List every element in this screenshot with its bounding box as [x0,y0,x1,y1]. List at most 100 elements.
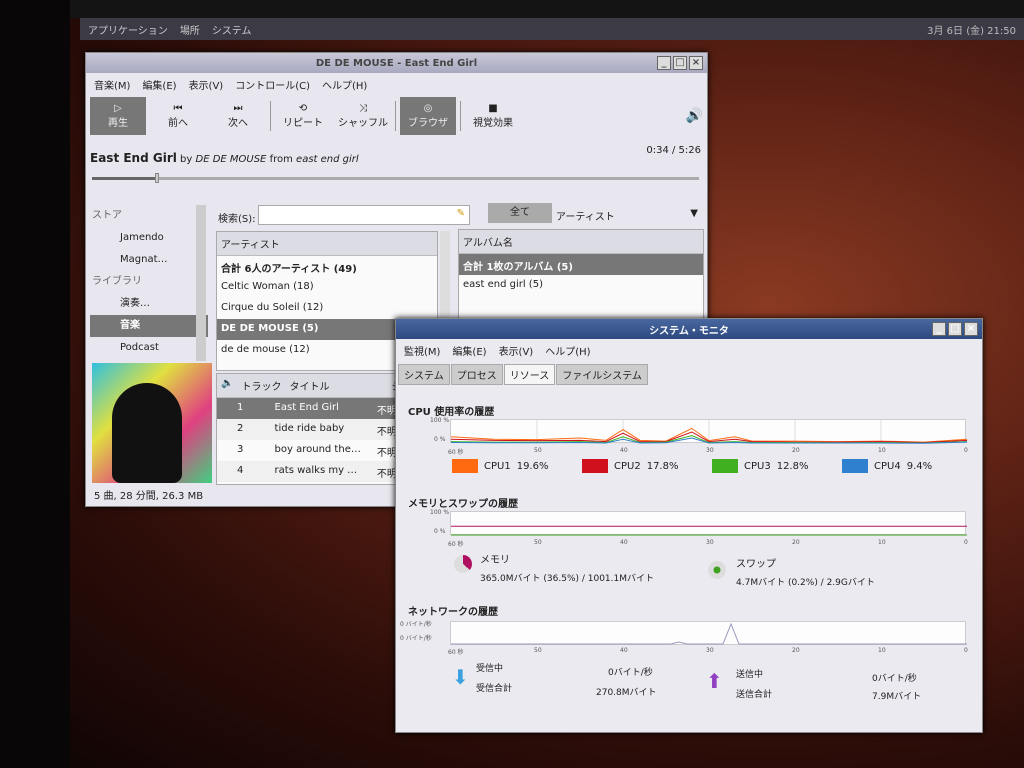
menu-view[interactable]: 表示(V) [189,77,224,92]
maximize-button[interactable]: □ [673,56,687,70]
track-title: rats walks my … [274,465,358,476]
album-row[interactable]: east end girl (5) [459,275,703,296]
track-row[interactable]: 2 tide ride baby 不明 [217,419,415,440]
x-tick-label: 40 [620,647,628,654]
tab-filesystems[interactable]: ファイルシステム [556,364,648,385]
menu-monitor[interactable]: 監視(M) [404,343,440,358]
col-track[interactable]: トラック [241,378,281,393]
x-tick-label: 50 [534,647,542,654]
song-album: east end girl [296,154,359,165]
clear-icon[interactable]: ✎ [457,208,465,219]
previous-button[interactable]: ⏮ 前へ [150,97,206,135]
sidebar-item[interactable]: 音楽 [90,315,208,337]
album-row[interactable]: 合計 1枚のアルバム (5) [459,254,703,275]
filter-select[interactable]: アーティスト ▼ [556,208,698,223]
cpu-value: 9.4% [906,460,933,472]
tab-processes[interactable]: プロセス [450,364,503,385]
browser-icon: ◎ [423,103,433,114]
track-list: 🔈トラックタイトルジャ 1East End Girl不明2tide ride b… [216,373,416,485]
sidebar-section-header[interactable]: ライブラリ [90,271,208,293]
artist-row[interactable]: Cirque du Soleil (12) [217,298,437,319]
album-column-header[interactable]: アルバム名 [459,230,703,254]
cpu-color-swatch[interactable] [842,459,868,473]
received-total-label: 受信合計 [476,684,513,694]
close-button[interactable]: × [964,322,978,336]
repeat-button[interactable]: ⟲ リピート [275,97,331,135]
minimize-button[interactable]: _ [932,322,946,336]
memory-history-title: メモリとスワップの履歴 [408,499,518,510]
maximize-button[interactable]: □ [948,322,962,336]
menu-edit[interactable]: 編集(E) [452,343,486,358]
menu-view[interactable]: 表示(V) [499,343,534,358]
track-number: 2 [237,423,244,434]
panel-menu-system[interactable]: システム [212,22,252,37]
sidebar-section-header[interactable]: ストア [90,205,208,227]
x-tick-label: 60 秒 [448,649,464,656]
player-titlebar[interactable]: DE DE MOUSE - East End Girl _ □ × [86,53,707,73]
artist-row[interactable]: Celtic Woman (18) [217,277,437,298]
close-button[interactable]: × [689,56,703,70]
track-row[interactable]: 4 rats walks my … 不明 [217,461,415,482]
artist-row[interactable]: 合計 6人のアーティスト (49) [217,256,437,277]
search-label: 検索(S): [218,214,256,225]
x-tick-label: 60 秒 [448,449,464,456]
y-label-0: 0 % [434,436,446,443]
cpu-color-swatch[interactable] [452,459,478,473]
track-row[interactable]: 3 boy around the… 不明 [217,440,415,461]
menu-help[interactable]: ヘルプ(H) [545,343,590,358]
swap-pie-icon [708,561,726,579]
clock[interactable]: 3月 6日 (金) 21:50 [927,22,1016,37]
minimize-button[interactable]: _ [657,56,671,70]
browser-label: ブラウザ [408,118,448,129]
song-title: East End Girl [90,151,177,165]
tab-resources[interactable]: リソース [503,364,556,385]
system-monitor-window: システム・モニタ _ □ × 監視(M) 編集(E) 表示(V) ヘルプ(H) シス… [395,318,983,733]
browser-button[interactable]: ◎ ブラウザ [400,97,456,135]
x-tick-label: 50 [534,539,542,546]
monitor-bezel [0,0,1024,18]
cpu-legend-3: CPU3 12.8% [712,459,808,473]
sidebar-item[interactable]: 演奏… [90,293,208,315]
shuffle-button[interactable]: ⤨ シャッフル [335,97,391,135]
artist-column-header[interactable]: アーティスト [217,232,437,256]
cpu-legend-1: CPU1 19.6% [452,459,548,473]
col-title[interactable]: タイトル [289,378,329,393]
visual-effects-button[interactable]: ■ 視覚効果 [465,97,521,135]
x-tick-label: 10 [878,447,886,454]
track-row[interactable]: 1 East End Girl 不明 [217,398,415,419]
track-title: East End Girl [274,402,339,413]
x-tick-label: 20 [792,647,800,654]
next-button[interactable]: ⏭ 次へ [210,97,266,135]
seek-fill [92,177,156,180]
cpu-color-swatch[interactable] [712,459,738,473]
play-button[interactable]: ▷ 再生 [90,97,146,135]
sidebar-scrollbar[interactable] [196,205,206,361]
memory-history-chart [450,511,967,536]
volume-icon[interactable]: 🔊 [686,108,703,124]
panel-menu-places[interactable]: 場所 [180,22,200,37]
menu-edit[interactable]: 編集(E) [142,77,176,92]
time-display: 0:34 / 5:26 [646,145,701,156]
sidebar-item-label: ストア [92,210,122,221]
sent-total-label: 送信合計 [736,690,773,700]
all-button[interactable]: 全て [488,203,552,223]
monitor-titlebar[interactable]: システム・モニタ _ □ × [396,319,982,339]
sidebar-item[interactable]: Magnat… [90,249,208,271]
x-tick-label: 0 [964,447,968,454]
cpu-color-swatch[interactable] [582,459,608,473]
menu-help[interactable]: ヘルプ(H) [322,77,367,92]
panel-menu-applications[interactable]: アプリケーション [88,22,168,37]
receiving-rate: 0バイト/秒 [608,668,653,678]
memory-pie-icon [454,555,472,573]
search-input[interactable]: ✎ [258,205,470,225]
sidebar-item[interactable]: Jamendo [90,227,208,249]
seek-thumb[interactable] [155,173,160,183]
speaker-icon: 🔈 [221,378,234,389]
sidebar-item[interactable]: Podcast [90,337,208,359]
track-number: 4 [237,465,244,476]
seek-slider[interactable] [92,173,699,183]
menu-control[interactable]: コントロール(C) [235,77,310,92]
tab-system[interactable]: システム [398,364,450,385]
menu-music[interactable]: 音楽(M) [94,77,130,92]
cpu-history-chart [450,419,968,444]
